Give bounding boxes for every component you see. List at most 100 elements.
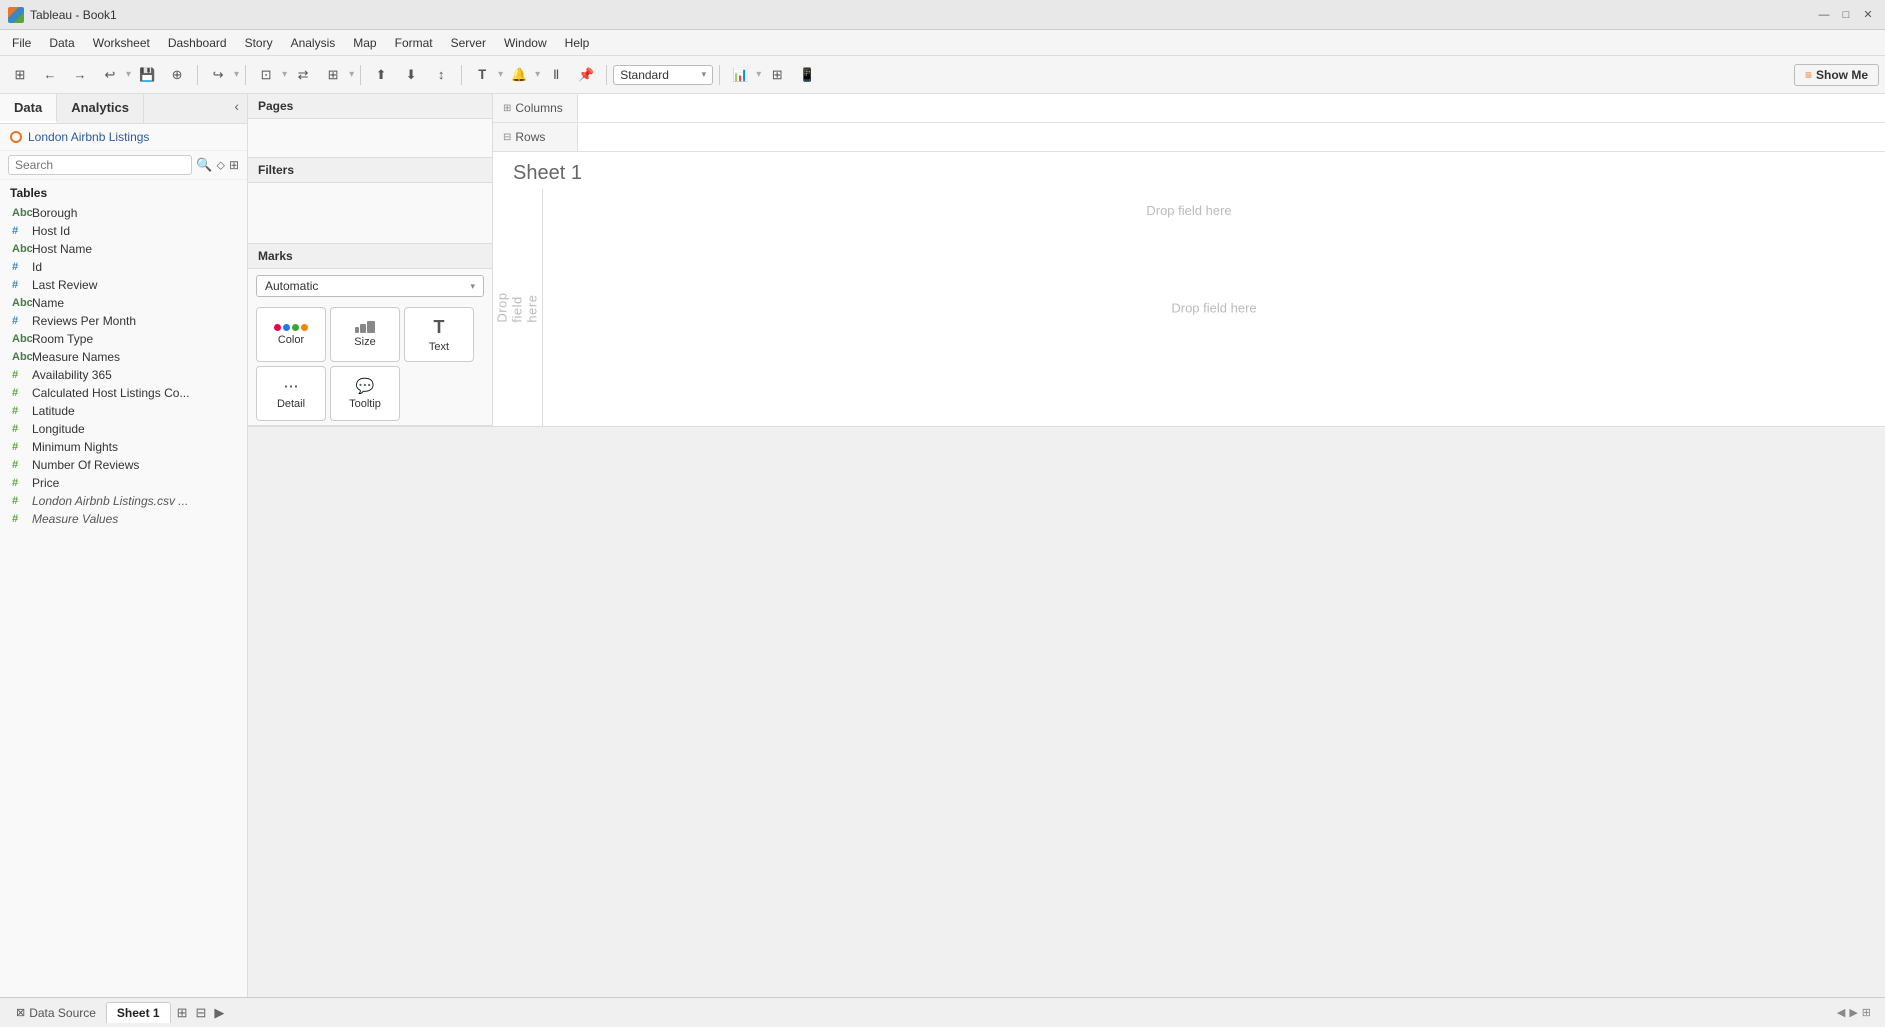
field-longitude[interactable]: # Longitude (0, 420, 247, 438)
maximize-button[interactable]: □ (1837, 6, 1855, 24)
rows-text: Rows (515, 130, 545, 144)
marks-tooltip-button[interactable]: 💬 Tooltip (330, 366, 400, 421)
data-source-name[interactable]: London Airbnb Listings (28, 130, 149, 144)
field-name: Reviews Per Month (32, 314, 136, 328)
rows-drop-zone[interactable] (578, 123, 1885, 151)
toolbar-undo-button[interactable]: ↩ (96, 61, 124, 89)
dot-blue (283, 324, 290, 331)
scroll-left-icon[interactable]: ◀ (1837, 1006, 1845, 1019)
columns-drop-zone[interactable] (578, 94, 1885, 122)
toolbar-new-ds-button[interactable]: ⊕ (163, 61, 191, 89)
marks-size-button[interactable]: Size (330, 307, 400, 362)
title-bar-controls[interactable]: — □ ✕ (1815, 6, 1877, 24)
drop-zone-left: Dropfieldhere (493, 189, 543, 426)
field-availability[interactable]: # Availability 365 (0, 366, 247, 384)
menu-worksheet[interactable]: Worksheet (85, 34, 158, 52)
toolbar-label-button[interactable]: 𝐓 (468, 61, 496, 89)
field-host-id[interactable]: # Host Id (0, 222, 247, 240)
standard-label: Standard (620, 68, 669, 82)
field-min-nights[interactable]: # Minimum Nights (0, 438, 247, 456)
toolbar-sort-desc-button[interactable]: ⬇ (397, 61, 425, 89)
search-input[interactable] (8, 155, 192, 175)
toolbar-separator-6 (719, 65, 720, 85)
tooltip-icon: 💬 (356, 377, 375, 395)
field-type-icon: # (12, 513, 26, 525)
field-name-dim[interactable]: Abc Name (0, 294, 247, 312)
title-bar: Tableau - Book1 — □ ✕ (0, 0, 1885, 30)
tab-data[interactable]: Data (0, 94, 57, 123)
field-num-reviews[interactable]: # Number Of Reviews (0, 456, 247, 474)
field-name: Room Type (32, 332, 93, 346)
toolbar-swap-button[interactable]: ⇄ (289, 61, 317, 89)
duplicate-sheet-icon[interactable]: ⊟ (194, 1003, 209, 1023)
field-measure-names[interactable]: Abc Measure Names (0, 348, 247, 366)
collapse-panel-button[interactable]: ‹ (226, 94, 247, 123)
scroll-right-icon[interactable]: ▶ (1849, 1006, 1857, 1019)
marks-color-button[interactable]: Color (256, 307, 326, 362)
data-source-icon (10, 131, 22, 143)
field-measure-values[interactable]: # Measure Values (0, 510, 247, 528)
standard-dropdown[interactable]: Standard ▾ (613, 65, 713, 85)
field-last-review[interactable]: # Last Review (0, 276, 247, 294)
menu-server[interactable]: Server (443, 34, 494, 52)
close-button[interactable]: ✕ (1859, 6, 1877, 24)
filter-icon[interactable]: ⬦ (217, 158, 225, 173)
toolbar-bar-chart-button[interactable]: 📊 (726, 61, 754, 89)
menu-help[interactable]: Help (557, 34, 598, 52)
menu-data[interactable]: Data (41, 34, 82, 52)
toolbar-save-button[interactable]: 💾 (133, 61, 161, 89)
field-name: Id (32, 260, 42, 274)
search-icon[interactable]: 🔍 (196, 157, 212, 173)
field-borough[interactable]: Abc Borough (0, 204, 247, 222)
status-bar: ⊠ Data Source Sheet 1 ⊞ ⊟ ▶ ◀ ▶ ⊞ (0, 997, 1885, 1027)
toolbar-sort-both-button[interactable]: ↕ (427, 61, 455, 89)
menu-format[interactable]: Format (387, 34, 441, 52)
toolbar-back-button[interactable]: ← (36, 61, 64, 89)
menu-window[interactable]: Window (496, 34, 555, 52)
marks-size-label: Size (354, 336, 375, 348)
show-me-label: Show Me (1816, 68, 1868, 82)
toolbar-home-button[interactable]: ⊞ (6, 61, 34, 89)
toolbar-sort-asc-button[interactable]: ⬆ (367, 61, 395, 89)
status-tab-datasource[interactable]: ⊠ Data Source (6, 1003, 106, 1023)
canvas-main[interactable]: Drop field here (543, 189, 1885, 426)
toolbar-pin-button[interactable]: 📌 (572, 61, 600, 89)
marks-type-dropdown[interactable]: Automatic ▾ (256, 275, 484, 297)
sort-icon[interactable]: ⊞ (229, 158, 239, 172)
menu-analysis[interactable]: Analysis (283, 34, 344, 52)
marks-detail-button[interactable]: ⋯ Detail (256, 366, 326, 421)
field-latitude[interactable]: # Latitude (0, 402, 247, 420)
field-type-icon: # (12, 387, 26, 399)
show-me-button[interactable]: ≡ Show Me (1794, 64, 1879, 86)
toolbar-tooltip-button[interactable]: 🔔 (505, 61, 533, 89)
toolbar-device-button[interactable]: 📱 (793, 61, 821, 89)
field-host-name[interactable]: Abc Host Name (0, 240, 247, 258)
marks-automatic-label: Automatic (265, 279, 318, 293)
status-tab-sheet1[interactable]: Sheet 1 (106, 1002, 171, 1023)
add-sheet-icon[interactable]: ⊞ (175, 1003, 190, 1023)
marks-text-button[interactable]: T Text (404, 307, 474, 362)
toolbar-redo-button[interactable]: ↪ (204, 61, 232, 89)
tab-analytics[interactable]: Analytics (57, 94, 144, 123)
toolbar-text-button[interactable]: Ⅱ (542, 61, 570, 89)
toolbar-forward-button[interactable]: → (66, 61, 94, 89)
field-id[interactable]: # Id (0, 258, 247, 276)
toolbar-separator-5 (606, 65, 607, 85)
toolbar-fit-button[interactable]: ⊡ (252, 61, 280, 89)
present-sheet-icon[interactable]: ▶ (212, 1003, 226, 1023)
marks-header: Marks (248, 244, 492, 269)
grid-view-icon[interactable]: ⊞ (1862, 1006, 1871, 1019)
field-calc-host[interactable]: # Calculated Host Listings Co... (0, 384, 247, 402)
toolbar-view-button[interactable]: ⊞ (319, 61, 347, 89)
field-reviews-per-month[interactable]: # Reviews Per Month (0, 312, 247, 330)
field-room-type[interactable]: Abc Room Type (0, 330, 247, 348)
menu-file[interactable]: File (4, 34, 39, 52)
minimize-button[interactable]: — (1815, 6, 1833, 24)
field-name: Availability 365 (32, 368, 112, 382)
field-csv[interactable]: # London Airbnb Listings.csv ... (0, 492, 247, 510)
toolbar-dashboard-button[interactable]: ⊞ (763, 61, 791, 89)
menu-map[interactable]: Map (345, 34, 384, 52)
menu-dashboard[interactable]: Dashboard (160, 34, 235, 52)
field-price[interactable]: # Price (0, 474, 247, 492)
menu-story[interactable]: Story (237, 34, 281, 52)
